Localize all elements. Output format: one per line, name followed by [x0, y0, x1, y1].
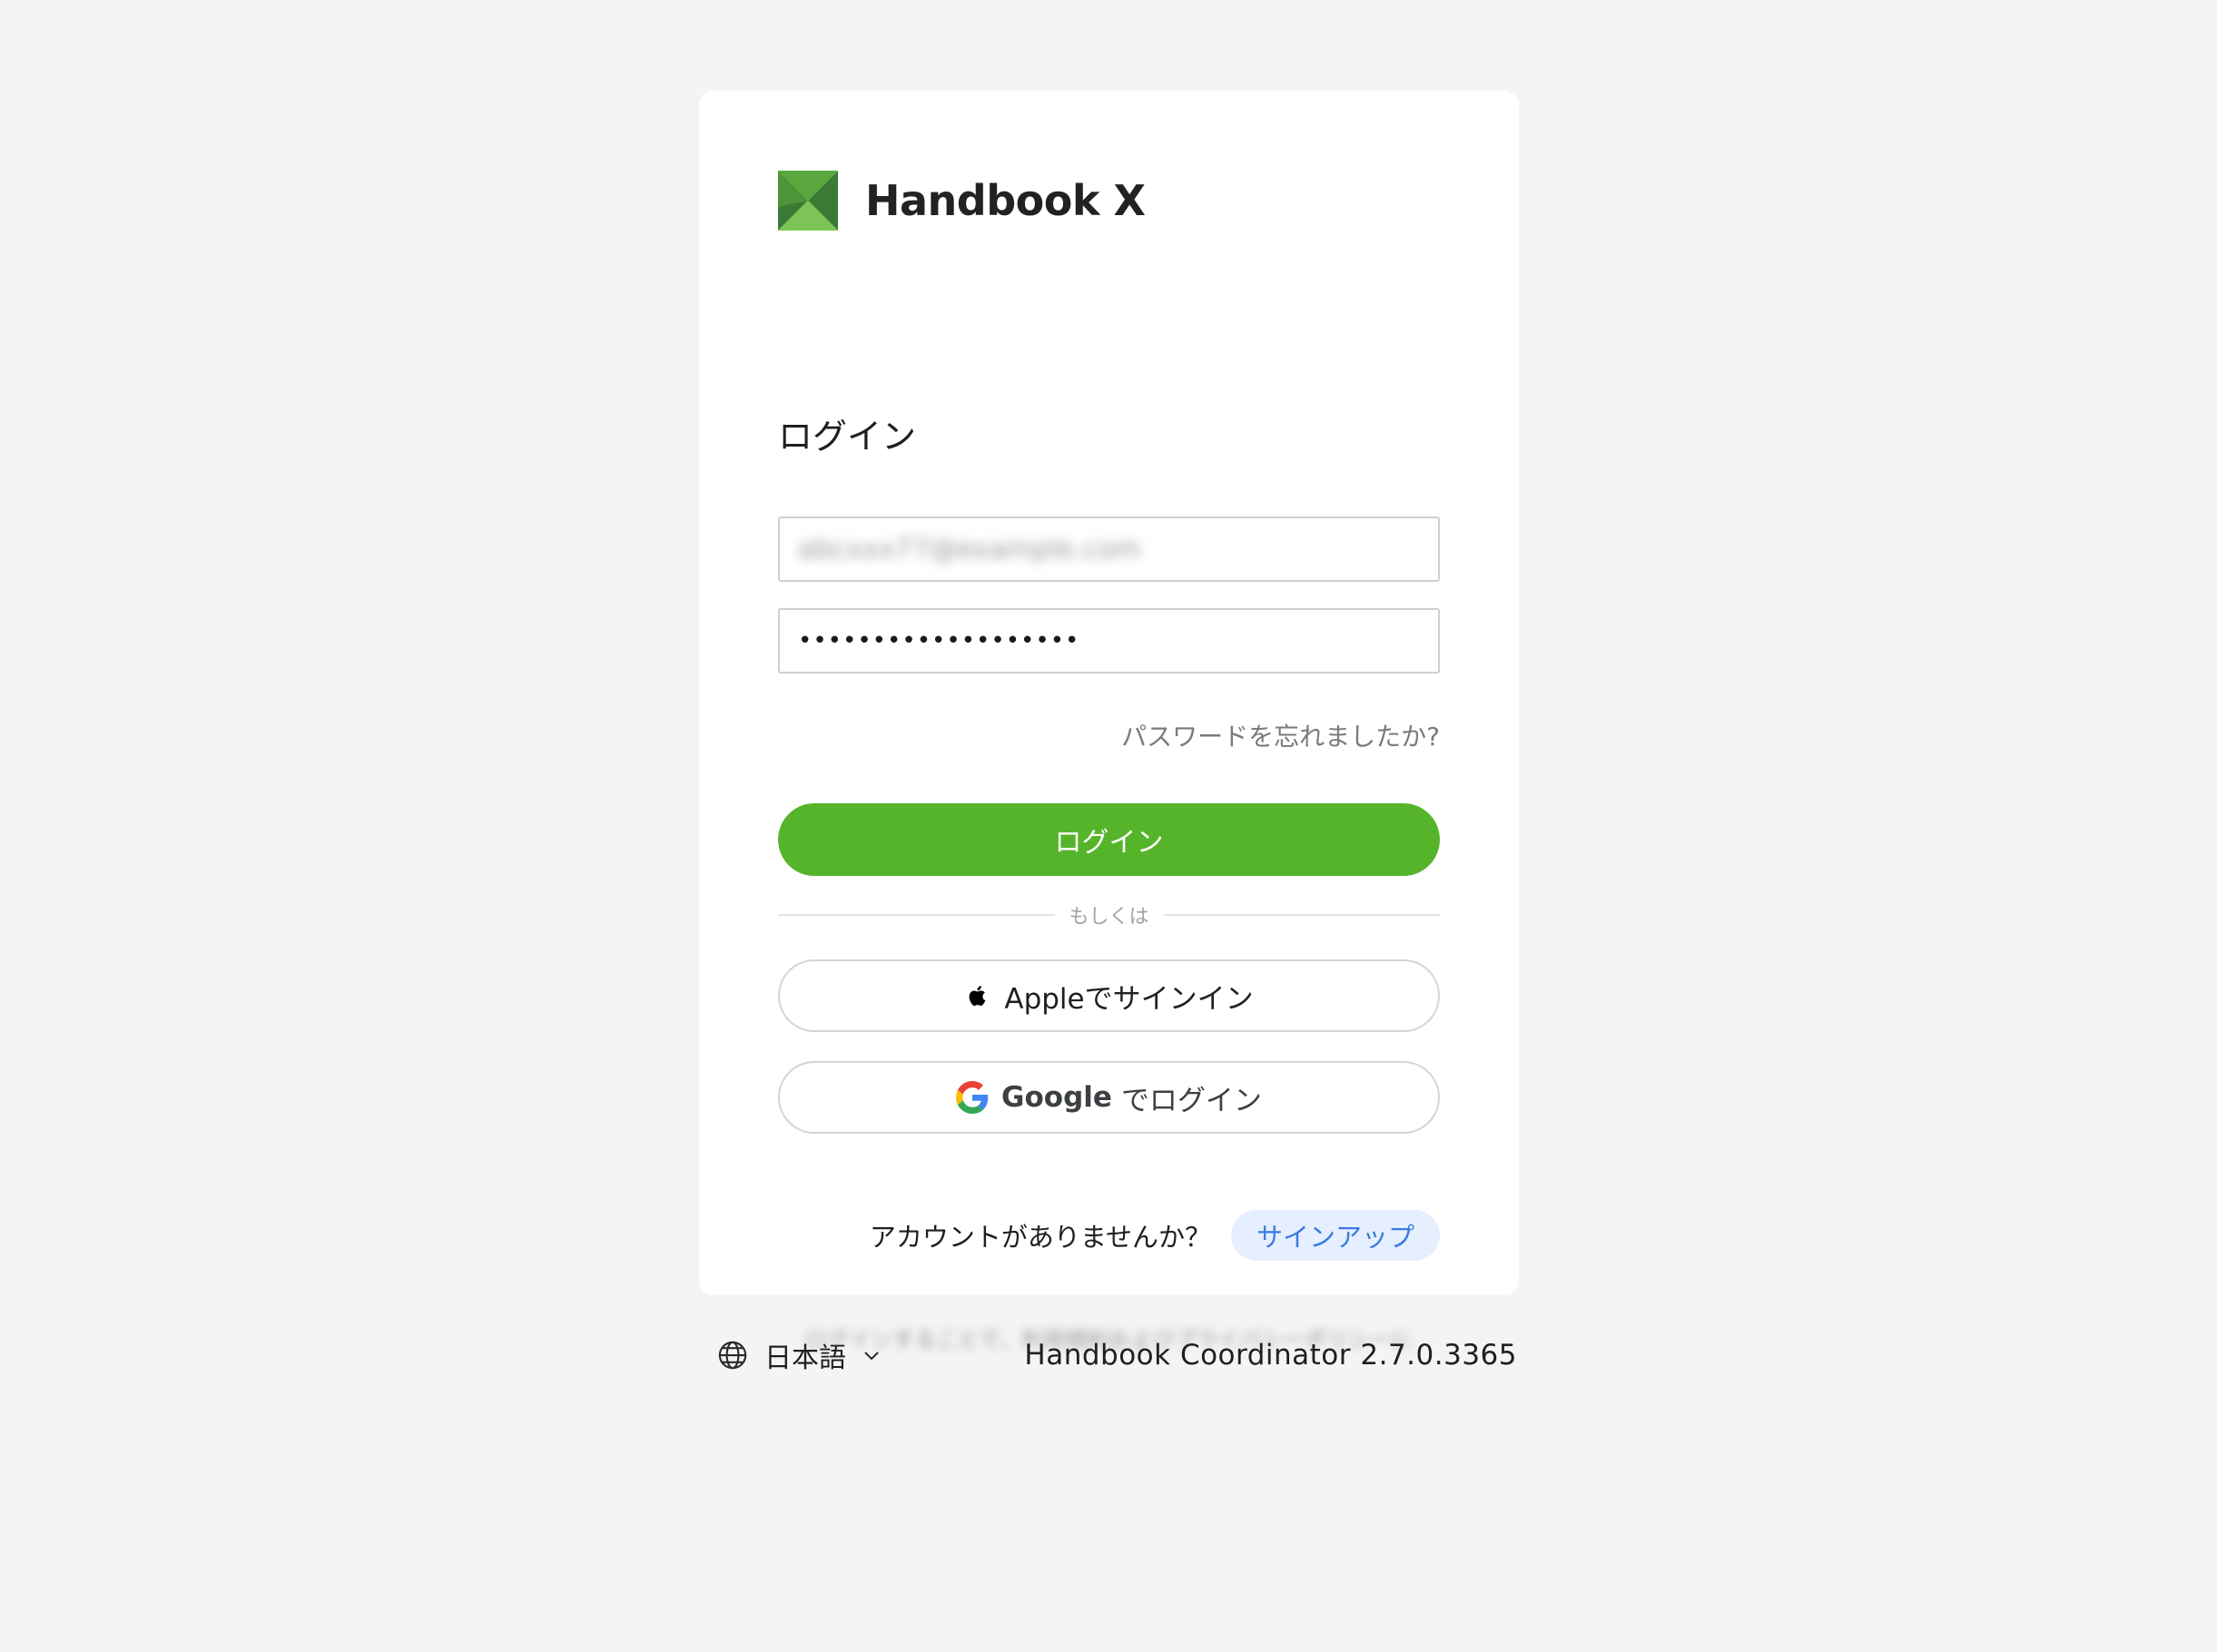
- globe-icon: [718, 1341, 747, 1370]
- forgot-password-link[interactable]: パスワードを忘れましたか?: [1121, 717, 1440, 753]
- divider-label: もしくは: [1069, 906, 1149, 929]
- google-login-label: でログイン: [1120, 1084, 1262, 1117]
- chevron-down-icon: [864, 1352, 879, 1361]
- signup-row: アカウントがありませんか？ サインアップ: [870, 1210, 1440, 1261]
- email-value: abcxxx77@example.com: [798, 533, 1142, 565]
- apple-signin-button[interactable]: Appleでサインイン: [778, 959, 1440, 1032]
- language-label: 日本語: [764, 1342, 846, 1374]
- brand-name: Handbook X: [865, 176, 1146, 225]
- password-value: •••••••••••••••••••: [798, 627, 1080, 654]
- apple-icon: [969, 986, 986, 1006]
- language-selector[interactable]: 日本語: [717, 1332, 882, 1378]
- app-version: Handbook Coordinator 2.7.0.3365: [1024, 1339, 1517, 1372]
- brand-logo: Handbook X: [778, 171, 1146, 231]
- footer: 日本語 Handbook Coordinator 2.7.0.3365: [699, 1332, 1519, 1378]
- divider-line-right: [1163, 914, 1441, 916]
- login-card: Handbook X ログイン abcxxx77@example.com •••…: [699, 91, 1519, 1352]
- email-field[interactable]: abcxxx77@example.com: [778, 516, 1440, 582]
- apple-signin-label: Appleでサインイン: [1004, 982, 1254, 1016]
- divider-line-left: [778, 914, 1055, 916]
- signup-button[interactable]: サインアップ: [1230, 1210, 1440, 1261]
- or-divider: もしくは: [778, 901, 1441, 929]
- google-icon: [956, 1081, 989, 1114]
- google-word: Google: [1001, 1081, 1112, 1114]
- handbook-x-logo-icon: [778, 171, 838, 231]
- page-title: ログイン: [778, 417, 917, 457]
- google-login-button[interactable]: Google でログイン: [778, 1061, 1440, 1134]
- login-button[interactable]: ログイン: [778, 803, 1440, 876]
- password-field[interactable]: •••••••••••••••••••: [778, 608, 1440, 674]
- signup-prompt: アカウントがありませんか？: [869, 1222, 1211, 1253]
